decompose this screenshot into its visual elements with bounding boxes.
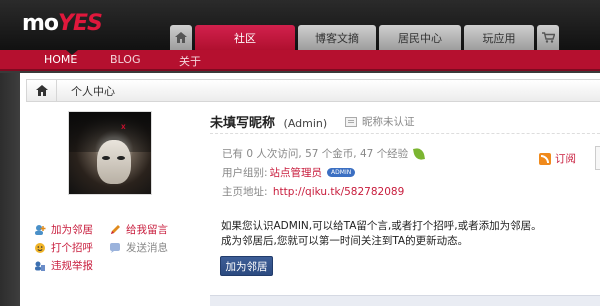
greet-label: 打个招呼 xyxy=(51,242,93,254)
subnav-home[interactable]: HOME xyxy=(44,53,77,66)
greet-link[interactable]: 打个招呼 xyxy=(34,240,93,255)
add-neighbor-link[interactable]: 加为邻居 xyxy=(34,222,93,237)
site-logo[interactable]: mo YES xyxy=(22,9,103,37)
breadcrumb-home[interactable] xyxy=(27,80,57,101)
nickname-verify[interactable]: 昵称未认证 xyxy=(345,114,415,129)
admin-badge: ADMIN xyxy=(327,168,356,177)
home-icon xyxy=(175,32,187,43)
tab-label: 博客文摘 xyxy=(315,31,359,45)
send-message-label: 发送消息 xyxy=(126,242,168,254)
homepage-label: 主页地址: xyxy=(222,186,268,198)
tab-label: 玩应用 xyxy=(482,31,516,45)
cart-icon xyxy=(541,32,555,43)
report-link[interactable]: 违规举报 xyxy=(34,258,93,273)
intro-line-2: 成为邻居后,您就可以第一时间关注到TA的更新动态。 xyxy=(221,235,469,247)
coin-unit: 个金币, xyxy=(321,148,357,160)
subnav-about[interactable]: 关于 xyxy=(179,53,201,69)
visit-count: 0 xyxy=(246,147,254,160)
divider xyxy=(210,133,600,134)
add-neighbor-button[interactable]: 加为邻居 xyxy=(220,256,273,276)
logo-text-part1: mo xyxy=(22,10,59,36)
add-neighbor-icon xyxy=(35,224,46,235)
avatar[interactable]: X xyxy=(68,111,152,195)
rss-icon xyxy=(539,152,551,165)
section-header xyxy=(210,295,600,306)
user-group-value[interactable]: 站点管理员 xyxy=(270,165,323,180)
tab-apps[interactable]: 玩应用 xyxy=(464,25,534,50)
tab-home[interactable] xyxy=(170,25,192,50)
profile-name: 未填写昵称 (Admin) xyxy=(210,112,327,131)
report-icon xyxy=(35,261,45,271)
breadcrumb-current: 个人中心 xyxy=(71,84,115,98)
id-card-icon xyxy=(345,116,357,127)
intro-line-1: 如果您认识ADMIN,可以给TA留个言,或者打个招呼,或者添加为邻居。 xyxy=(221,220,542,232)
homepage-row: 主页地址: http://qiku.tk/582782089 xyxy=(222,184,404,199)
homepage-link[interactable]: http://qiku.tk/582782089 xyxy=(273,186,404,198)
exp-count: 47 xyxy=(359,147,374,160)
subscribe-label: 订阅 xyxy=(555,153,576,165)
stats-prefix: 已有 xyxy=(222,148,243,160)
top-bar: mo YES 社区 博客文摘 居民中心 玩应用 xyxy=(0,0,600,50)
message-icon xyxy=(110,242,120,253)
tab-label: 居民中心 xyxy=(398,31,442,45)
subscribe-button[interactable]: 订阅 xyxy=(539,151,576,166)
nickname: 未填写昵称 xyxy=(210,116,276,131)
profile-stats: 已有 0 人次访问, 57 个金币, 47 个经验 xyxy=(222,146,426,161)
exp-unit: 个经验 xyxy=(376,148,409,160)
pencil-icon xyxy=(111,224,120,234)
report-label: 违规举报 xyxy=(51,260,93,272)
sub-nav: HOME BLOG 关于 xyxy=(0,50,600,71)
logo-text-part2: YES xyxy=(58,10,103,36)
send-message-link[interactable]: 发送消息 xyxy=(109,240,168,255)
leaf-icon xyxy=(413,146,426,161)
main-tabs: 社区 博客文摘 居民中心 玩应用 xyxy=(170,25,562,50)
user-group-row: 用户组别: 站点管理员 ADMIN xyxy=(222,165,356,180)
add-neighbor-label: 加为邻居 xyxy=(51,224,93,236)
tab-community[interactable]: 社区 xyxy=(195,25,295,50)
verify-label: 昵称未认证 xyxy=(362,116,415,128)
side-box xyxy=(595,146,600,170)
leave-message-link[interactable]: 给我留言 xyxy=(109,222,168,237)
tab-resident-center[interactable]: 居民中心 xyxy=(379,25,461,50)
visit-unit: 人次访问, xyxy=(256,148,302,160)
username: (Admin) xyxy=(283,117,328,130)
subnav-blog[interactable]: BLOG xyxy=(110,53,140,66)
greet-icon xyxy=(35,242,45,253)
avatar-text: X xyxy=(121,124,126,131)
profile-panel: 个人中心 X 未填写昵称 (Admin) 昵称未认证 已有 0 人次访问, 57… xyxy=(20,73,600,306)
tab-cart[interactable] xyxy=(537,25,559,50)
coin-count: 57 xyxy=(305,147,319,160)
home-icon xyxy=(35,85,48,96)
left-shadow xyxy=(0,73,20,306)
intro-text: 如果您认识ADMIN,可以给TA留个言,或者打个招呼,或者添加为邻居。 成为邻居… xyxy=(221,219,542,249)
leave-message-label: 给我留言 xyxy=(126,224,168,236)
user-group-label: 用户组别: xyxy=(222,167,268,179)
tab-blog-digest[interactable]: 博客文摘 xyxy=(298,25,376,50)
breadcrumb: 个人中心 xyxy=(26,79,600,102)
tab-label: 社区 xyxy=(234,31,256,45)
